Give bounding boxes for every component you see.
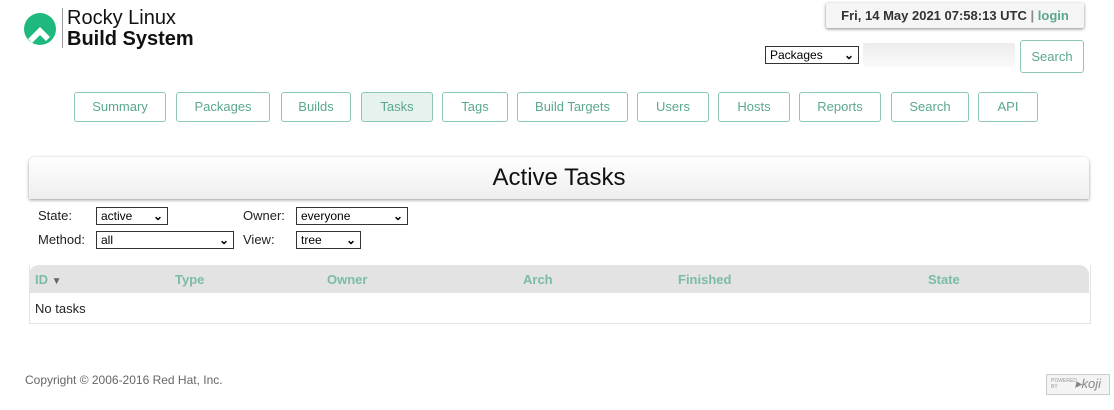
date-login-bar: Fri, 14 May 2021 07:58:13 UTC | login [826,3,1084,28]
nav-tags[interactable]: Tags [442,92,508,122]
nav-reports[interactable]: Reports [799,92,881,122]
search-input[interactable] [863,43,1015,67]
nav-summary[interactable]: Summary [74,92,166,122]
copyright: Copyright © 2006-2016 Red Hat, Inc. [25,373,223,387]
owner-select[interactable]: everyone [296,207,408,225]
view-label: View: [243,232,275,247]
state-select[interactable]: active [96,207,168,225]
nav-users[interactable]: Users [637,92,709,122]
column-type[interactable]: Type [175,272,204,287]
logo-line1: Rocky Linux [67,7,176,29]
nav-api[interactable]: API [978,92,1038,122]
logo-divider [62,8,63,48]
table-header: ID ▼ Type Owner Arch Finished State [29,265,1089,293]
search-type-select[interactable]: Packages [765,46,859,64]
column-finished[interactable]: Finished [678,272,731,287]
separator: | [1030,8,1035,23]
login-link[interactable]: login [1038,8,1069,23]
column-arch[interactable]: Arch [523,272,553,287]
nav-packages[interactable]: Packages [176,92,270,122]
powered-by-koji-badge[interactable]: POWERED BY ▸koji [1046,374,1110,395]
site-logo[interactable]: Rocky Linux Build System [67,8,194,50]
view-select[interactable]: tree [296,231,361,249]
search-button[interactable]: Search [1020,40,1084,73]
nav-hosts[interactable]: Hosts [718,92,790,122]
rocky-logo-icon [24,13,56,45]
owner-label: Owner: [243,208,285,223]
nav-builds[interactable]: Builds [281,92,351,122]
method-select[interactable]: all [96,231,234,249]
current-datetime: Fri, 14 May 2021 07:58:13 UTC [841,8,1027,23]
nav-search[interactable]: Search [891,92,969,122]
method-label: Method: [38,232,85,247]
page-title: Active Tasks [29,157,1089,199]
column-owner[interactable]: Owner [327,272,367,287]
sort-desc-icon: ▼ [51,276,62,287]
state-label: State: [38,208,72,223]
empty-message: No tasks [35,301,86,316]
nav-build-targets[interactable]: Build Targets [517,92,628,122]
column-state[interactable]: State [928,272,960,287]
nav-tasks[interactable]: Tasks [361,92,433,122]
logo-line2: Build System [67,28,194,50]
column-id[interactable]: ID ▼ [35,272,62,287]
